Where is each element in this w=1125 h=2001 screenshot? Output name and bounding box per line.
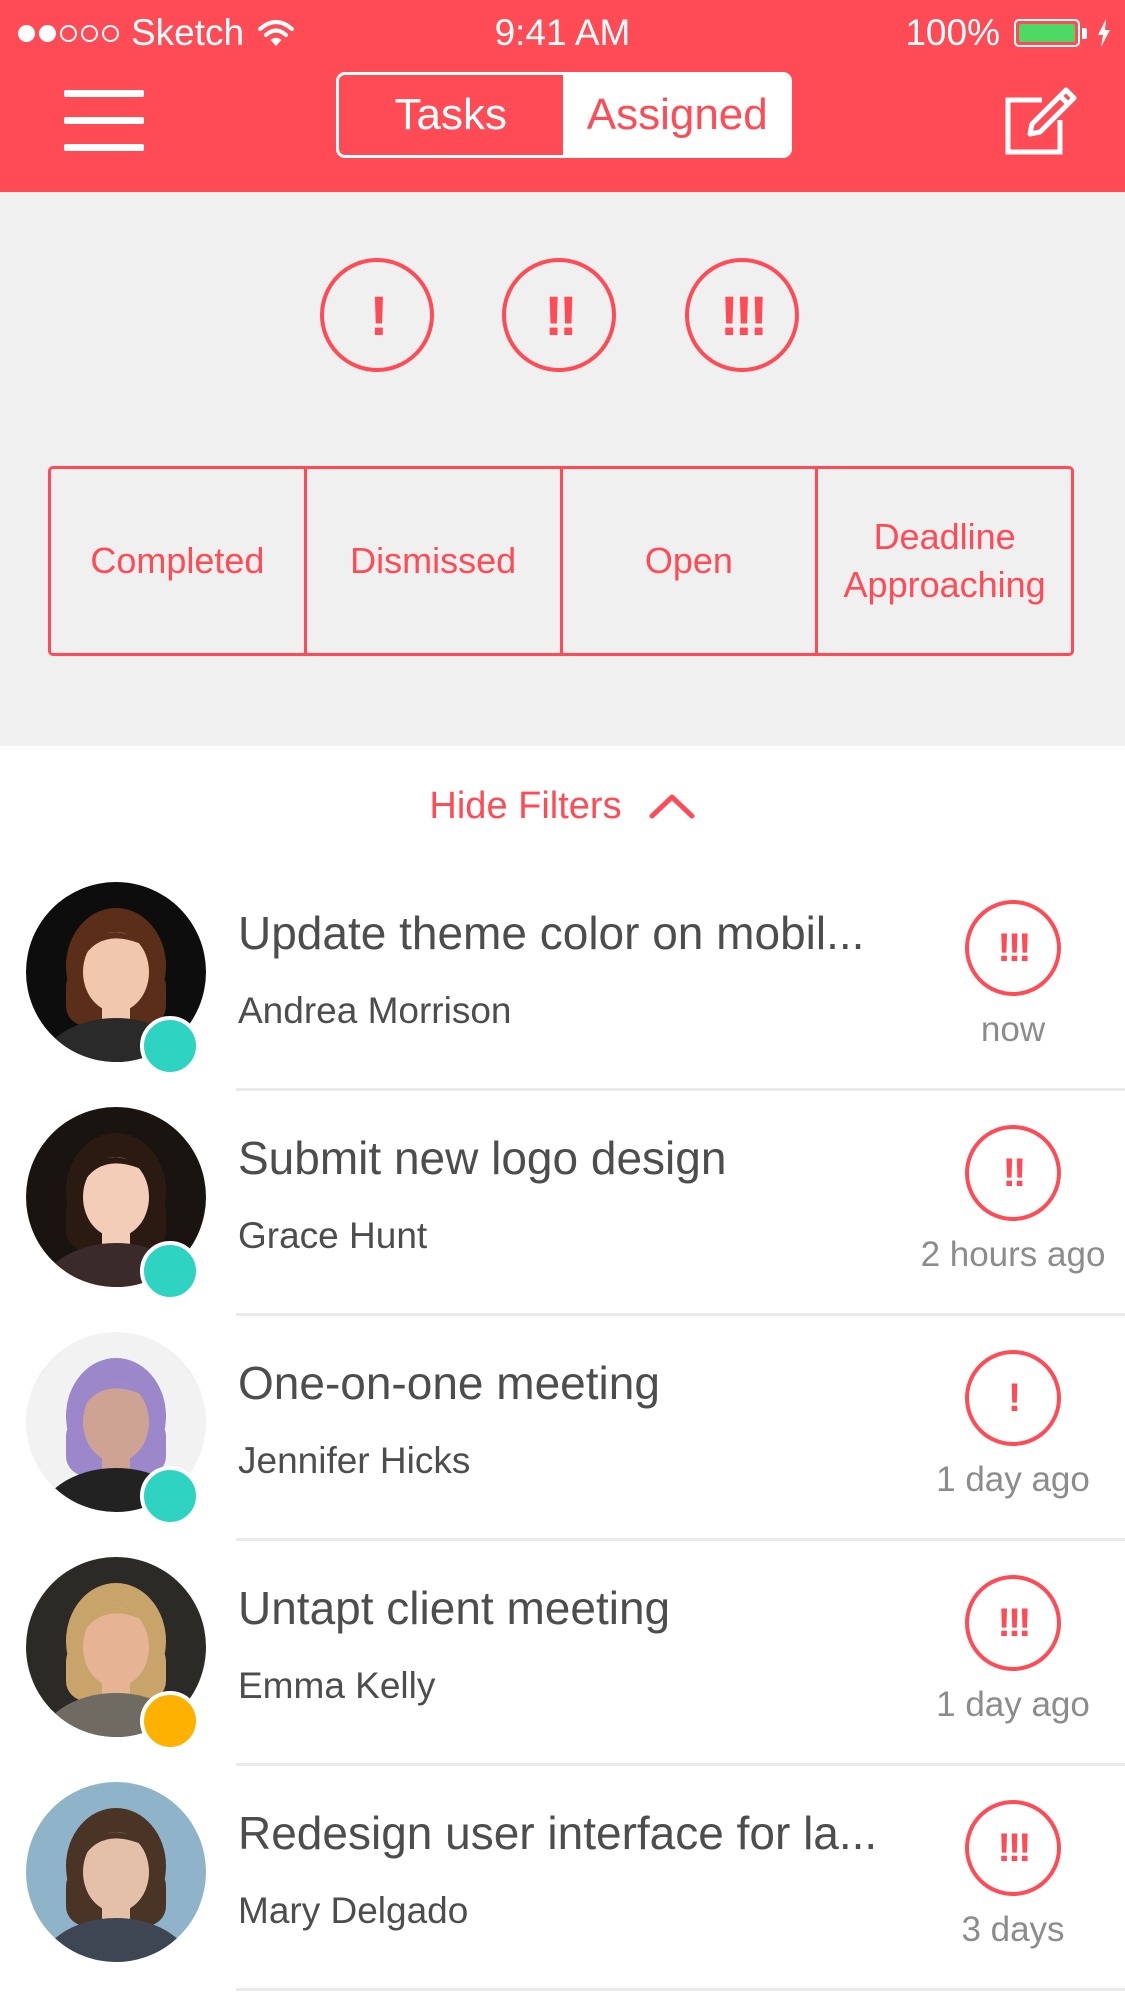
task-time: 1 day ago — [936, 1460, 1090, 1499]
task-assignee: Grace Hunt — [238, 1215, 428, 1256]
hide-filters-label: Hide Filters — [429, 784, 622, 827]
tab-tasks[interactable]: Tasks — [339, 75, 566, 155]
status-filter-deadline-approaching[interactable]: Deadline Approaching — [818, 469, 1071, 653]
status-right: 100% — [905, 10, 1111, 56]
task-title: Redesign user interface for la... — [238, 1807, 878, 1859]
menu-line — [64, 117, 144, 124]
avatar — [26, 1782, 206, 1962]
task-row[interactable]: One-on-one meeting Jennifer Hicks! 1 day a… — [0, 1316, 1125, 1541]
task-assignee: Emma Kelly — [238, 1665, 436, 1706]
task-assignee: Andrea Morrison — [238, 990, 512, 1031]
task-row[interactable]: Submit new logo design Grace Hunt!! 2 hour… — [0, 1091, 1125, 1316]
task-title: Submit new logo design — [238, 1132, 727, 1184]
charging-bolt-icon — [1098, 19, 1110, 47]
menu-line — [64, 90, 144, 97]
header-bar: Sketch 9:41 AM 100% Tasks Assigned — [0, 0, 1125, 192]
presence-status-dot — [140, 1016, 200, 1076]
task-assignee: Jennifer Hicks — [238, 1440, 471, 1481]
battery-tip — [1082, 27, 1087, 39]
priority-filter-row: ! !! !!! — [0, 258, 1125, 378]
task-assignee: Mary Delgado — [238, 1890, 469, 1931]
hide-filters-button[interactable]: Hide Filters — [0, 746, 1125, 866]
status-filter-grid: Completed Dismissed Open Deadline Approa… — [48, 466, 1074, 656]
priority-filter-high[interactable]: !!! — [685, 258, 799, 372]
priority-filter-medium[interactable]: !! — [502, 258, 616, 372]
menu-line — [64, 144, 144, 151]
priority-filter-low[interactable]: ! — [320, 258, 434, 372]
task-title: Untapt client meeting — [238, 1582, 671, 1634]
status-filter-completed[interactable]: Completed — [51, 469, 307, 653]
presence-status-dot — [140, 1241, 200, 1301]
presence-status-dot — [140, 1466, 200, 1526]
task-time: 3 days — [961, 1910, 1065, 1949]
priority-badge: ! — [965, 1350, 1061, 1446]
status-bar: Sketch 9:41 AM 100% — [0, 0, 1125, 66]
task-row[interactable]: Update theme color on mobil... Andrea Mor… — [0, 866, 1125, 1091]
task-row[interactable]: Redesign user interface for la... Mary De… — [0, 1766, 1125, 1991]
row-divider — [236, 1988, 1125, 1991]
battery-level-fill — [1019, 24, 1075, 42]
priority-badge: !!! — [965, 1575, 1061, 1671]
status-filter-open[interactable]: Open — [563, 469, 819, 653]
status-filter-dismissed[interactable]: Dismissed — [307, 469, 563, 653]
task-row[interactable]: Untapt client meeting Emma Kelly!!! 1 day … — [0, 1541, 1125, 1766]
chevron-up-icon — [649, 794, 695, 819]
compose-icon[interactable] — [1002, 80, 1082, 160]
battery-percentage: 100% — [905, 12, 1000, 53]
priority-badge: !! — [965, 1125, 1061, 1221]
task-time: 2 hours ago — [920, 1235, 1106, 1274]
task-list: Update theme color on mobil... Andrea Mor… — [0, 866, 1125, 1991]
filter-panel: ! !! !!! Completed Dismissed Open Deadli… — [0, 192, 1125, 746]
battery-icon — [1014, 19, 1080, 47]
hamburger-menu-icon[interactable] — [64, 88, 144, 154]
task-title: One-on-one meeting — [238, 1357, 660, 1409]
tab-assigned[interactable]: Assigned — [565, 75, 789, 155]
task-title: Update theme color on mobil... — [238, 907, 865, 959]
task-time: 1 day ago — [936, 1685, 1090, 1724]
priority-badge: !!! — [965, 1800, 1061, 1896]
task-time: now — [980, 1010, 1046, 1049]
presence-status-dot — [140, 1691, 200, 1751]
priority-badge: !!! — [965, 900, 1061, 996]
app-screen: Sketch 9:41 AM 100% Tasks Assigned ! !! … — [0, 0, 1125, 2001]
tasks-assigned-segmented-control: Tasks Assigned — [336, 72, 792, 158]
